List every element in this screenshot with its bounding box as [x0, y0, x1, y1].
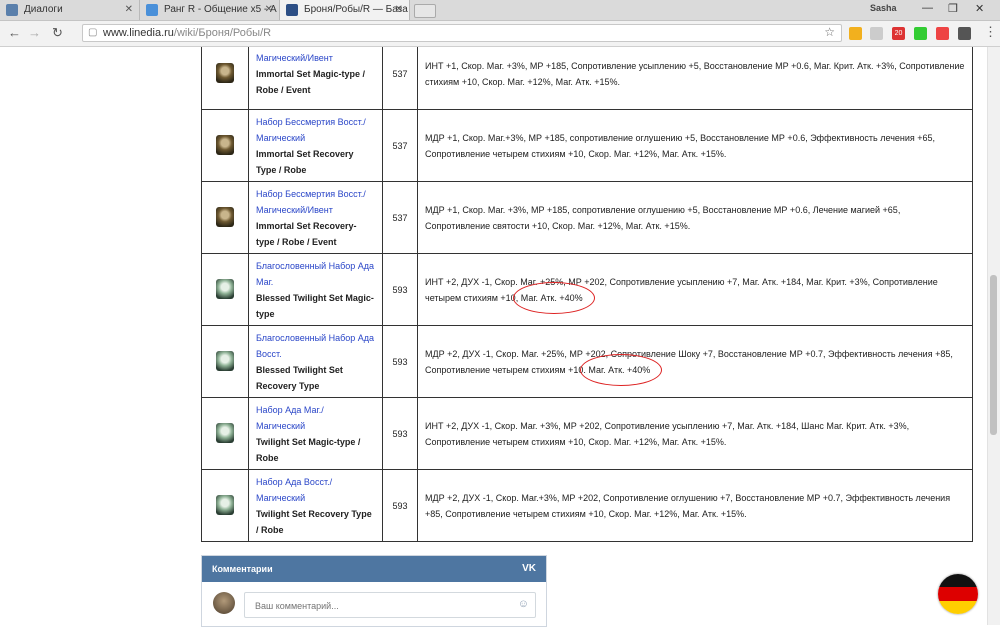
address-toolbar: ← → ↻ ▢ www.linedia.ru/wiki/Броня/Робы/R… — [0, 21, 1000, 47]
item-grade: 537 — [382, 181, 418, 254]
tab-linedia[interactable]: Броня/Робы/R — База з ✕ — [280, 0, 410, 20]
item-grade: 593 — [382, 253, 418, 326]
comments-header: Комментарии VK — [202, 556, 546, 582]
extension-icon[interactable] — [936, 27, 949, 40]
robe-icon — [216, 206, 234, 227]
extension-icon[interactable] — [958, 27, 971, 40]
item-grade: 537 — [382, 109, 418, 182]
tab-title: Ранг R - Общение х5 - А — [164, 4, 277, 15]
item-stats: МДР +1, Скор. Маг. +3%, МР +185, сопроти… — [417, 181, 973, 254]
tab-dialogs[interactable]: Диалоги ✕ — [0, 0, 140, 20]
item-link[interactable]: Магический/Ивент — [256, 50, 375, 66]
item-stats: МДР +1, Скор. Маг.+3%, МР +185, сопротив… — [417, 109, 973, 182]
item-name-en: Blessed Twilight Set Recovery Type — [256, 364, 343, 391]
extension-icon[interactable] — [914, 27, 927, 40]
vk-logo-icon[interactable]: VK — [522, 556, 536, 582]
item-grade: 593 — [382, 469, 418, 542]
item-link[interactable]: Набор Ада Маг./ Магический — [256, 402, 375, 434]
bookmark-star-icon[interactable]: ☆ — [824, 25, 835, 39]
item-stats: ИНТ +2, ДУХ -1, Скор. Маг. +3%, МР +202,… — [417, 397, 973, 470]
comment-input[interactable] — [253, 594, 517, 618]
extension-icon[interactable] — [870, 27, 883, 40]
back-icon[interactable]: ← — [8, 25, 21, 40]
browser-tab-bar: Диалоги ✕ Ранг R - Общение х5 - А ✕ Брон… — [0, 0, 1000, 21]
url-text: www.linedia.ru/wiki/Броня/Робы/R — [103, 27, 272, 39]
item-grade: 593 — [382, 325, 418, 398]
close-icon[interactable]: ✕ — [395, 0, 403, 20]
extension-badge-icon[interactable]: 20 — [892, 27, 905, 40]
item-link[interactable]: Набор Бессмертия Восст./ Магический/Ивен… — [256, 186, 375, 218]
item-stats: ИНТ +2, ДУХ -1, Скор. Маг. +25%, МР +202… — [417, 253, 973, 326]
item-stats: ИНТ +1, Скор. Маг. +3%, МР +185, Сопроти… — [417, 47, 973, 110]
vk-icon — [6, 4, 18, 16]
maximize-icon[interactable]: ❐ — [948, 2, 958, 15]
avatar[interactable] — [213, 592, 235, 614]
item-link[interactable]: Набор Ада Восст./ Магический — [256, 474, 375, 506]
highlighted-stat: Маг. Атк. +40% — [512, 281, 595, 314]
table-row: Набор Бессмертия Восст./ Магический Immo… — [201, 109, 973, 182]
item-link[interactable]: Набор Бессмертия Восст./ Магический — [256, 114, 375, 146]
item-link[interactable]: Благословенный Набор Ада Восст. — [256, 330, 375, 362]
table-row: Благословенный Набор Ада Маг. Blessed Tw… — [201, 253, 973, 326]
robe-icon — [216, 62, 234, 83]
highlighted-stat: Маг. Атк. +40% — [580, 353, 663, 386]
item-name-en: Immortal Set Magic-type / Robe / Event — [256, 68, 366, 95]
table-row: Набор Ада Маг./ Магический Twilight Set … — [201, 397, 973, 470]
comment-field-wrapper[interactable]: ☺ — [244, 592, 536, 618]
robe-icon — [216, 494, 234, 515]
menu-icon[interactable]: ⋮ — [984, 24, 997, 40]
robe-icon — [216, 350, 234, 371]
german-flag-icon[interactable] — [938, 574, 978, 614]
page-scrollbar[interactable] — [987, 47, 1000, 625]
new-tab-button[interactable] — [414, 4, 436, 18]
comments-widget: Комментарии VK ☺ — [201, 555, 547, 627]
item-stats: МДР +2, ДУХ -1, Скор. Маг. +25%, МР +202… — [417, 325, 973, 398]
item-stats: МДР +2, ДУХ -1, Скор. Маг.+3%, МР +202, … — [417, 469, 973, 542]
table-row: Набор Ада Восст./ Магический Twilight Se… — [201, 469, 973, 542]
page-icon: ▢ — [88, 27, 98, 38]
minimize-icon[interactable]: — — [922, 2, 933, 14]
robe-icon — [216, 278, 234, 299]
table-row: Магический/Ивент Immortal Set Magic-type… — [201, 47, 973, 110]
item-grade: 593 — [382, 397, 418, 470]
forum-icon — [146, 4, 158, 16]
item-grade: 537 — [382, 47, 418, 110]
close-window-icon[interactable]: ✕ — [975, 2, 984, 15]
address-bar[interactable]: ▢ www.linedia.ru/wiki/Броня/Робы/R ☆ — [82, 24, 842, 42]
robe-icon — [216, 422, 234, 443]
item-name-en: Immortal Set Recovery Type / Robe — [256, 148, 354, 175]
close-icon[interactable]: ✕ — [125, 0, 133, 20]
extension-icon[interactable] — [849, 27, 862, 40]
item-name-en: Twilight Set Magic-type / Robe — [256, 436, 361, 463]
emoji-icon[interactable]: ☺ — [518, 598, 529, 610]
robe-icon — [216, 134, 234, 155]
reload-icon[interactable]: ↻ — [52, 25, 63, 41]
linedia-icon — [286, 4, 298, 16]
item-name-en: Immortal Set Recovery-type / Robe / Even… — [256, 220, 357, 247]
item-link[interactable]: Благословенный Набор Ада Маг. — [256, 258, 375, 290]
robes-table: Магический/Ивент Immortal Set Magic-type… — [201, 47, 973, 542]
tab-forum[interactable]: Ранг R - Общение х5 - А ✕ — [140, 0, 280, 20]
table-row: Набор Бессмертия Восст./ Магический/Ивен… — [201, 181, 973, 254]
forward-icon[interactable]: → — [28, 25, 41, 40]
item-name-en: Blessed Twilight Set Magic-type — [256, 292, 374, 319]
close-icon[interactable]: ✕ — [265, 0, 273, 20]
tab-title: Диалоги — [24, 4, 63, 15]
page-content: Магический/Ивент Immortal Set Magic-type… — [0, 47, 1000, 625]
profile-name[interactable]: Sasha — [870, 3, 897, 13]
table-row: Благословенный Набор Ада Восст. Blessed … — [201, 325, 973, 398]
scrollbar-thumb[interactable] — [990, 275, 997, 435]
item-name-en: Twilight Set Recovery Type / Robe — [256, 508, 372, 535]
comments-title: Комментарии — [212, 564, 273, 574]
